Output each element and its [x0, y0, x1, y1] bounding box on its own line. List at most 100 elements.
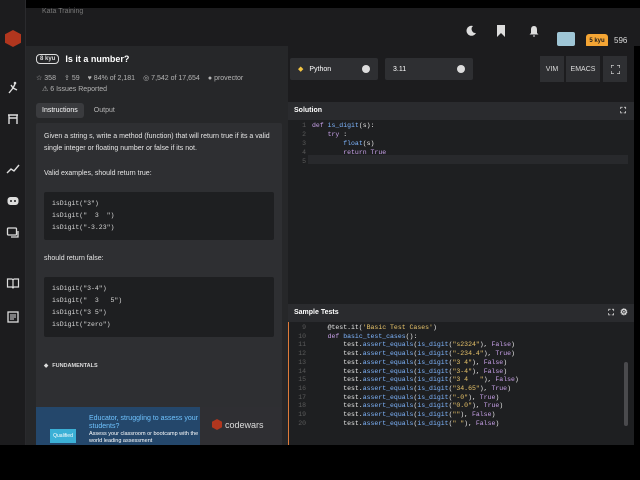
valid-heading: Valid examples, should return true: — [44, 170, 152, 177]
leaderboard-icon[interactable] — [5, 161, 21, 177]
favorites-stat[interactable]: ☆ 358 — [36, 74, 56, 83]
sample-tests-header: Sample Tests ⛶ ⚙ — [288, 304, 634, 322]
issues-link[interactable]: ⚠ 6 Issues Reported — [42, 85, 107, 93]
line-number: 19 — [298, 411, 306, 418]
line-number: 15 — [298, 376, 306, 384]
code-line: @test.it('Basic Test Cases') — [312, 324, 437, 331]
code-line: test.assert_equals(is_digit(""), False) — [312, 411, 496, 418]
chevron-down-icon — [457, 65, 465, 73]
instructions-body: Given a string s, write a method (functi… — [36, 123, 282, 453]
chat-icon[interactable] — [5, 225, 21, 241]
line-number: 16 — [298, 384, 306, 392]
code-line: test.assert_equals(is_digit("-0"), True) — [312, 393, 500, 401]
codewars-logo-icon[interactable] — [5, 30, 21, 47]
tab-instructions[interactable]: Instructions — [36, 103, 84, 118]
line-number: 3 — [302, 140, 306, 147]
code-line: test.assert_equals(is_digit(" "), False) — [312, 419, 500, 427]
line-number: 17 — [298, 393, 306, 401]
code-line: test.assert_equals(is_digit("0.0"), True… — [312, 402, 504, 410]
code-line: test.assert_equals(is_digit("3 4"), Fals… — [312, 358, 508, 366]
discord-icon[interactable] — [5, 193, 21, 209]
version-select[interactable]: 3.11 — [385, 58, 473, 80]
expand-icon[interactable]: ⛶ — [620, 106, 626, 116]
code-line: def is_digit(s): — [312, 122, 375, 129]
blog-icon[interactable] — [5, 309, 21, 325]
editor-area: ◆ Python 3.11 VIM EMACS Solution ⛶ 1 def … — [288, 46, 634, 445]
kata-tag[interactable]: ◆ FUNDAMENTALS — [44, 363, 98, 369]
code-line: isDigit(" 3 ") — [52, 212, 115, 219]
code-line: return True — [343, 149, 387, 156]
fullscreen-button[interactable] — [603, 56, 627, 82]
line-number: 9 — [302, 324, 306, 331]
star-icon: ☆ — [36, 75, 43, 82]
ad-title: Educator, struggling to assess your stud… — [89, 415, 198, 430]
line-number: 2 — [302, 131, 306, 138]
vim-mode-button[interactable]: VIM — [540, 56, 564, 82]
solution-title: Solution — [294, 107, 322, 114]
code-line: def basic_test_cases(): — [327, 332, 418, 340]
line-number: 5 — [302, 158, 306, 165]
satisfaction-stat: ♥ 84% of 2,181 — [88, 75, 135, 82]
share-icon: ⇪ — [63, 75, 70, 82]
theme-moon-icon[interactable] — [464, 24, 478, 38]
line-number: 11 — [298, 341, 306, 349]
kata-stats: ☆ 358 ⇪ 59 ♥ 84% of 2,181 ◎ 7,542 of 17,654 … — [36, 74, 243, 83]
dojo-icon[interactable] — [5, 111, 21, 127]
sample-tests-editor[interactable]: 9 @test.it('Basic Test Cases') 10 def bas… — [288, 322, 634, 445]
code-line: test.assert_equals(is_digit("s2324"), Fa… — [312, 341, 515, 349]
votes-stat[interactable]: ⇪ 59 — [63, 74, 80, 83]
code-line: isDigit("zero") — [52, 321, 111, 328]
kyu-badge: 8 kyu — [36, 54, 60, 64]
tag-label: FUNDAMENTALS — [52, 363, 98, 369]
sponsor-ad[interactable]: Qualified Educator, struggling to assess… — [36, 407, 282, 445]
false-examples-code: isDigit("3-4") isDigit(" 3 5") isDigit("… — [44, 277, 274, 337]
line-number: 10 — [298, 332, 306, 340]
kata-description-panel: 8 kyu Is it a number? ☆ 358 ⇪ 59 ♥ 84% of 2… — [26, 46, 288, 453]
author-stat[interactable]: ● provector — [208, 75, 243, 82]
target-icon: ◎ — [143, 75, 150, 82]
scrollbar[interactable] — [624, 362, 628, 426]
breadcrumb[interactable]: Kata Training — [42, 8, 83, 15]
version-label: 3.11 — [393, 65, 407, 73]
settings-gear-icon[interactable]: ⚙ — [620, 307, 628, 318]
training-icon[interactable] — [5, 80, 21, 96]
emacs-mode-button[interactable]: EMACS — [566, 56, 600, 82]
expand-icon[interactable]: ⛶ — [608, 308, 614, 318]
bookmark-icon[interactable] — [494, 24, 508, 38]
false-heading: should return false: — [44, 255, 104, 262]
completed-value: 7,542 of 17,654 — [151, 74, 200, 82]
code-line: test.assert_equals(is_digit("-234.4"), T… — [312, 350, 515, 358]
avatar[interactable] — [557, 32, 575, 46]
sample-tests-title: Sample Tests — [294, 309, 339, 316]
notifications-bell-icon[interactable] — [527, 24, 541, 38]
brand-label: codewars — [225, 419, 264, 430]
favorites-count: 358 — [44, 74, 56, 82]
language-select[interactable]: ◆ Python — [290, 58, 378, 80]
ad-body: Assess your classroom or bootcamp with t… — [89, 431, 199, 444]
solution-editor[interactable]: 1 def is_digit(s): 2 try : 3 float(s) 4 retu… — [288, 120, 634, 304]
line-number: 18 — [298, 402, 306, 410]
top-header: Kata Training 5 kyu 596 — [26, 8, 640, 48]
code-line: test.assert_equals(is_digit("3 4 "), Fal… — [312, 376, 519, 384]
valid-examples-code: isDigit("3") isDigit(" 3 ") isDigit("-3.… — [44, 192, 274, 240]
code-line: isDigit("3") — [52, 200, 99, 207]
author-name: provector — [214, 74, 244, 82]
code-line: isDigit("3 5") — [52, 309, 107, 316]
codewars-brand: codewars — [212, 419, 264, 430]
letterbox-top — [0, 0, 640, 8]
tab-output[interactable]: Output — [88, 103, 121, 118]
kata-title: Is it a number? — [65, 54, 130, 64]
letterbox-bottom — [0, 445, 640, 480]
user-icon: ● — [207, 74, 213, 82]
code-line: try : — [327, 131, 348, 138]
warning-icon: ⚠ — [42, 86, 49, 93]
line-number: 12 — [298, 350, 306, 358]
line-number: 13 — [298, 358, 306, 366]
code-line: isDigit("3-4") — [52, 285, 107, 292]
honor-score: 596 — [614, 36, 628, 45]
expand-icon — [610, 64, 620, 74]
votes-count: 59 — [71, 74, 80, 82]
docs-icon[interactable] — [5, 275, 21, 291]
code-line: isDigit(" 3 5") — [52, 297, 123, 304]
line-number: 1 — [302, 122, 306, 129]
